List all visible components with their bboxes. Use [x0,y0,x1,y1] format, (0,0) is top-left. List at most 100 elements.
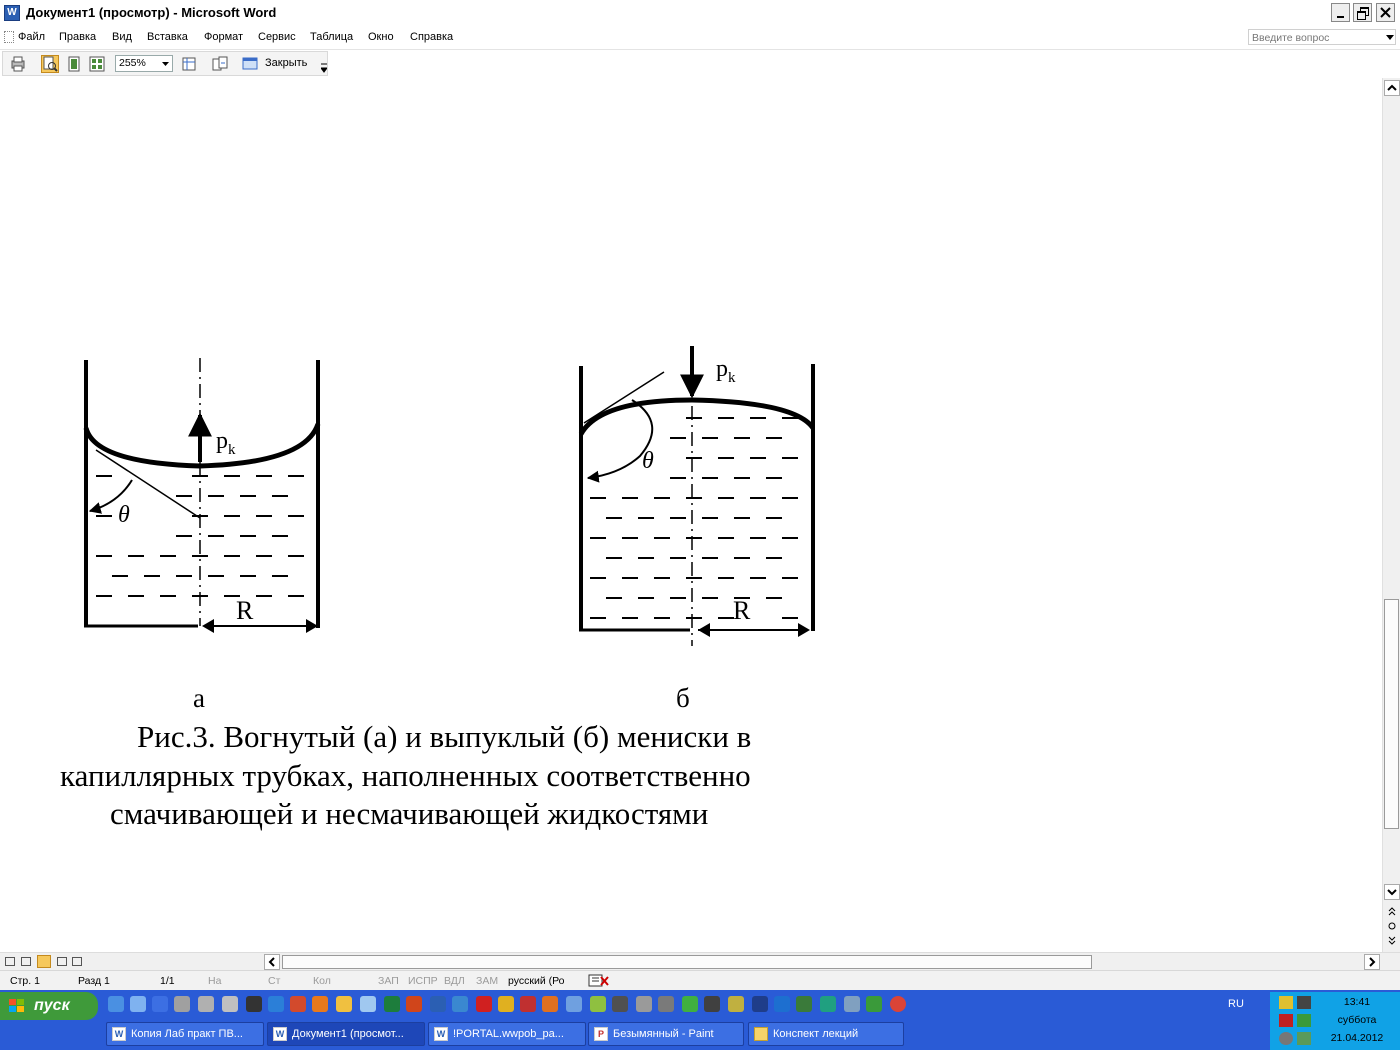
task-button-4[interactable]: P Безымянный - Paint [588,1022,744,1046]
quicklaunch-icon-30[interactable] [774,996,790,1012]
opera-icon[interactable] [290,996,306,1012]
quicklaunch-icon-16[interactable] [452,996,468,1012]
spelling-book-icon[interactable] [588,974,610,987]
tray-icon-5[interactable] [1279,1032,1293,1045]
quicklaunch-icon-20[interactable] [542,996,558,1012]
quicklaunch-icon-31[interactable] [796,996,812,1012]
tray-pencil-icon[interactable] [1279,996,1293,1009]
quicklaunch-icon-25[interactable] [658,996,674,1012]
zoom-select[interactable]: 255% [115,55,173,72]
vertical-scrollbar[interactable] [1382,78,1400,952]
powerpoint-icon[interactable] [406,996,422,1012]
status-language[interactable]: русский (Ро [508,975,564,987]
web-layout-icon[interactable] [21,957,31,966]
quicklaunch-icon-19[interactable] [520,996,536,1012]
outline-view-icon[interactable] [57,957,67,966]
quicklaunch-icon-6[interactable] [222,996,238,1012]
quicklaunch-icon-33[interactable] [844,996,860,1012]
menu-help[interactable]: Справка [410,31,453,43]
caption-line-3: смачивающей и несмачивающей жидкостями [110,796,709,831]
menu-window[interactable]: Окно [368,31,394,43]
previous-page-button[interactable] [1388,906,1396,918]
restore-button[interactable] [1353,3,1372,22]
quicklaunch-icon-21[interactable] [566,996,582,1012]
browse-object-button[interactable] [1388,921,1396,933]
toolbar-options-icon[interactable] [321,62,327,74]
excel-icon[interactable] [384,996,400,1012]
quicklaunch-icon-28[interactable] [728,996,744,1012]
document-page[interactable]: pk θ R pk θ R a б Рис.3. Вогнутый (а) и … [0,78,1382,952]
show-desktop-icon[interactable] [130,996,146,1012]
ie-launch-icon[interactable] [108,996,124,1012]
horizontal-scroll-thumb[interactable] [282,955,1092,969]
quicklaunch-icon-32[interactable] [820,996,836,1012]
scroll-right-button[interactable] [1364,954,1380,970]
tray-icon-4[interactable] [1297,1014,1311,1027]
quicklaunch-icon-4[interactable] [174,996,190,1012]
quicklaunch-icon-23[interactable] [612,996,628,1012]
quicklaunch-icon-11[interactable] [336,996,352,1012]
shrink-to-fit-button[interactable] [211,55,229,73]
language-indicator[interactable]: RU [1228,998,1244,1010]
quicklaunch-icon-12[interactable] [360,996,376,1012]
multiple-pages-button[interactable] [88,55,106,73]
word-app-icon[interactable]: W [4,5,20,21]
quicklaunch-icon-17[interactable] [476,996,492,1012]
quicklaunch-icon-34[interactable] [866,996,882,1012]
quicklaunch-icon-5[interactable] [198,996,214,1012]
status-extend[interactable]: ВДЛ [444,975,465,987]
task-button-2[interactable]: W Документ1 (просмот... [267,1022,425,1046]
chevron-down-icon[interactable] [1386,35,1394,41]
quicklaunch-icon-8[interactable] [268,996,284,1012]
firefox-icon[interactable] [312,996,328,1012]
print-button[interactable] [9,55,27,73]
quicklaunch-icon-26[interactable] [682,996,698,1012]
menu-insert[interactable]: Вставка [147,31,188,43]
magnifier-button[interactable] [41,55,59,73]
normal-view-icon[interactable] [5,957,15,966]
status-overtype[interactable]: ЗАМ [476,975,498,987]
clock-time[interactable]: 13:41 [1322,996,1392,1008]
full-screen-button[interactable] [241,55,259,73]
print-layout-icon[interactable] [37,955,51,968]
quicklaunch-icon-7[interactable] [246,996,262,1012]
word-icon[interactable] [430,996,446,1012]
status-record[interactable]: ЗАП [378,975,399,987]
menu-table[interactable]: Таблица [310,31,353,43]
view-ruler-button[interactable] [180,55,198,73]
scroll-up-button[interactable] [1384,80,1400,96]
menu-edit[interactable]: Правка [59,31,96,43]
task-button-3[interactable]: W !PORTAL.wwpob_pa... [428,1022,586,1046]
tray-network-icon[interactable] [1297,996,1311,1009]
acrobat-icon[interactable] [1279,1014,1293,1027]
minimize-button[interactable] [1331,3,1350,22]
status-page-count: 1/1 [160,975,175,987]
tray-icon-6[interactable] [1297,1032,1311,1045]
next-page-button[interactable] [1388,936,1396,949]
start-button[interactable]: пуск [0,992,98,1020]
status-at: На [208,975,222,987]
menu-file[interactable]: Файл [18,31,45,43]
scroll-down-button[interactable] [1384,884,1400,900]
vertical-scroll-thumb[interactable] [1384,599,1399,829]
chevron-down-icon [1387,889,1397,896]
quicklaunch-icon-3[interactable] [152,996,168,1012]
quicklaunch-icon-22[interactable] [590,996,606,1012]
task-button-1[interactable]: W Копия Лаб практ ПВ... [106,1022,264,1046]
close-window-button[interactable] [1376,3,1395,22]
menu-format[interactable]: Формат [204,31,243,43]
task-button-5[interactable]: Конспект лекций [748,1022,904,1046]
one-page-button[interactable] [65,55,83,73]
menu-tools[interactable]: Сервис [258,31,296,43]
close-preview-button[interactable]: Закрыть [265,57,307,69]
ask-question-input[interactable]: Введите вопрос [1248,29,1396,45]
quicklaunch-icon-18[interactable] [498,996,514,1012]
menu-view[interactable]: Вид [112,31,132,43]
chrome-icon[interactable] [890,996,906,1012]
quicklaunch-icon-24[interactable] [636,996,652,1012]
reading-layout-icon[interactable] [72,957,82,966]
scroll-left-button[interactable] [264,954,280,970]
quicklaunch-icon-27[interactable] [704,996,720,1012]
quicklaunch-icon-29[interactable] [752,996,768,1012]
status-track-changes[interactable]: ИСПР [408,975,438,987]
